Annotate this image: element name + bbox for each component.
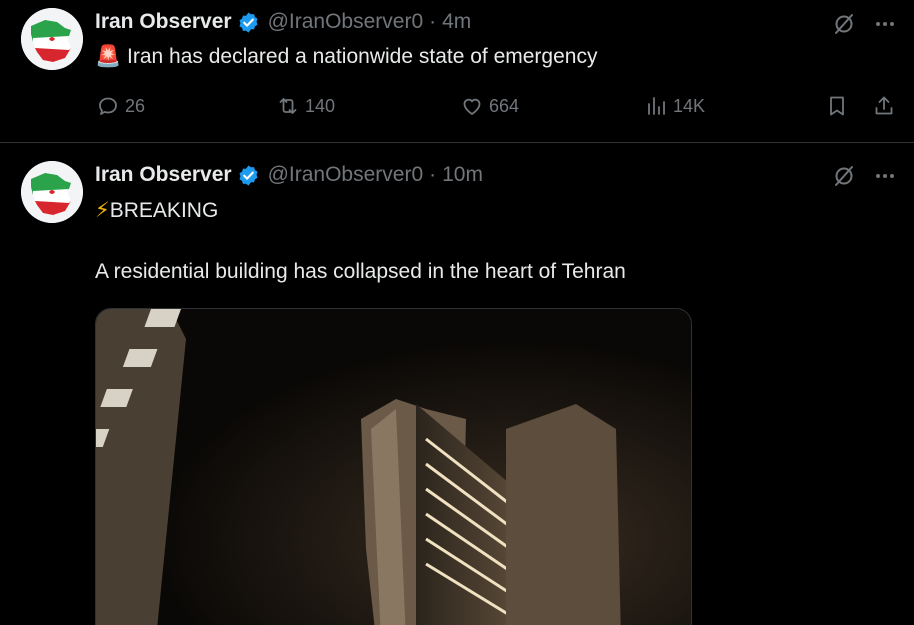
view-count: 14K [673,95,706,116]
heart-icon [463,98,481,115]
like-count: 664 [489,95,520,116]
tweet-header: Iran Observer @IranObserver0 · 10m [95,161,483,189]
iran-map-icon [21,8,83,70]
verified-badge-icon[interactable] [237,164,260,187]
avatar[interactable] [21,161,83,223]
timestamp[interactable]: 10m [442,163,483,187]
tweet-1[interactable]: Iran Observer @IranObserver0 · 4m 🚨 Iran… [0,0,914,143]
views-chart-icon [648,97,665,115]
bookmark-button[interactable] [825,94,854,118]
share-icon [875,96,893,115]
reply-button[interactable]: 26 [96,94,145,118]
tweet-text: 🚨 Iran has declared a nationwide state o… [95,45,597,69]
repost-button[interactable]: 140 [276,94,335,118]
separator-dot: · [429,163,437,186]
avatar[interactable] [21,8,83,70]
collapsed-building-photo [96,309,691,625]
reply-icon [99,97,117,115]
iran-map-icon [21,161,83,223]
tweet-image[interactable] [95,308,692,625]
breaking-label: BREAKING [109,199,219,222]
lightning-emoji: ⚡ [95,199,110,222]
timestamp[interactable]: 4m [442,10,471,34]
author-name[interactable]: Iran Observer [95,163,232,187]
repost-icon [279,98,297,114]
tweet-text-body: Iran has declared a nationwide state of … [127,45,598,68]
author-handle[interactable]: @IranObserver0 [268,163,424,187]
tweet-2[interactable]: Iran Observer @IranObserver0 · 10m ⚡BREA… [0,144,914,625]
tweet-header: Iran Observer @IranObserver0 · 4m [95,8,471,36]
author-name[interactable]: Iran Observer [95,10,232,34]
tweet-text-line-2: A residential building has collapsed in … [95,260,626,283]
reply-count: 26 [125,95,146,116]
separator-dot: · [429,10,437,33]
more-options-icon[interactable] [873,164,897,188]
more-options-icon[interactable] [873,12,897,36]
grok-icon[interactable] [832,12,856,36]
action-bar: 26 140 664 14K [0,94,914,122]
bookmark-icon [830,96,844,116]
siren-emoji: 🚨 [95,45,122,68]
share-button[interactable] [872,94,901,118]
verified-badge-icon[interactable] [237,11,260,34]
tweet-text-line-1: ⚡BREAKING [95,198,218,223]
repost-count: 140 [305,95,336,116]
grok-icon[interactable] [832,164,856,188]
author-handle[interactable]: @IranObserver0 [268,10,424,34]
views-button[interactable]: 14K [644,94,705,118]
like-button[interactable]: 664 [460,94,519,118]
